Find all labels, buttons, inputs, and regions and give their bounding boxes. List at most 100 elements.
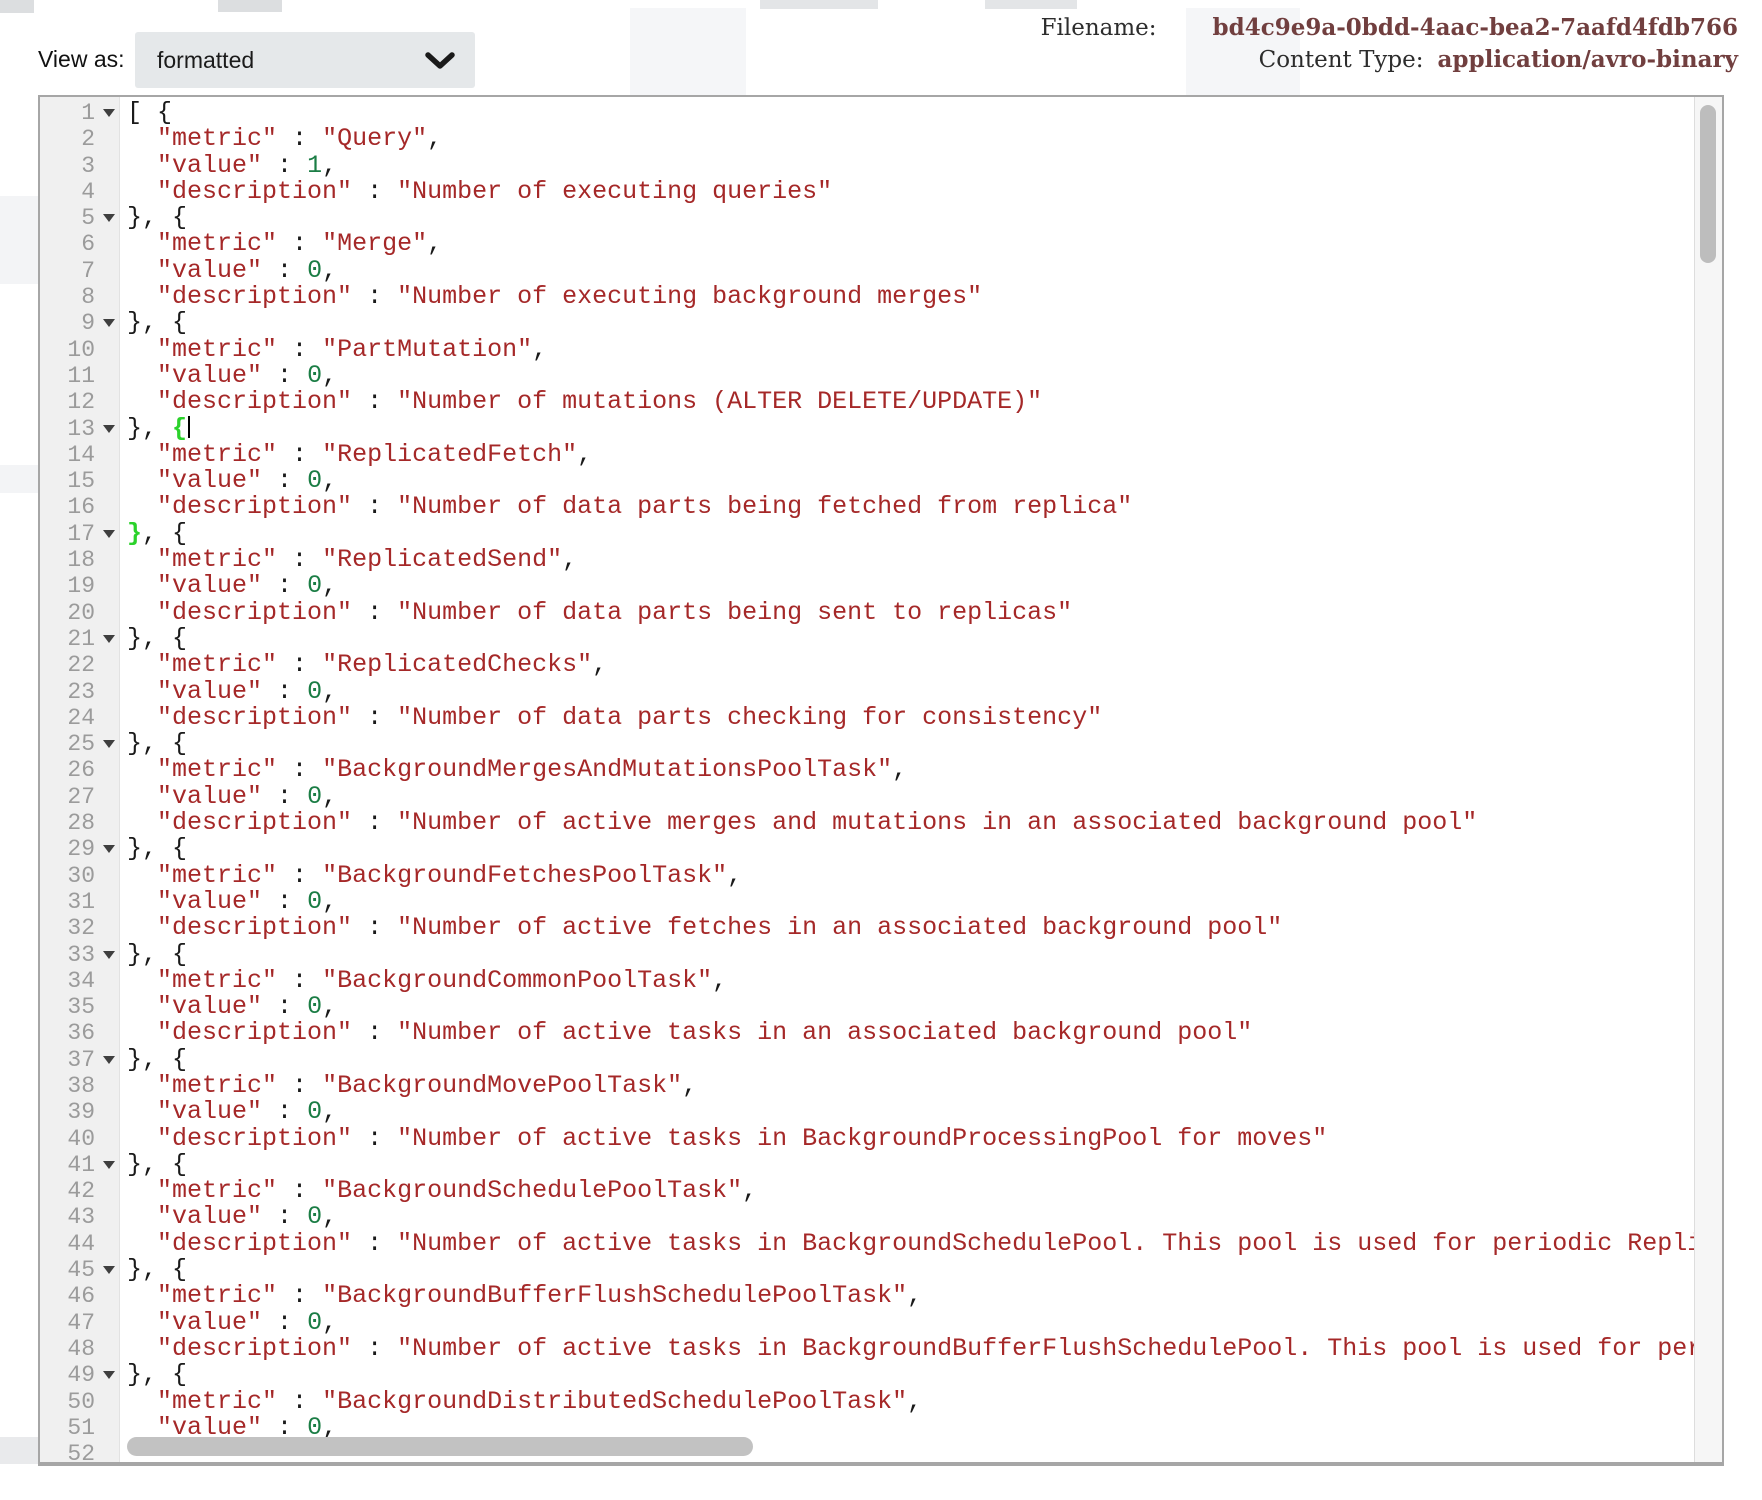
line-number: 23 [67,679,95,705]
code-line: }, { [127,1152,1694,1178]
gutter-line: 12 [40,389,119,415]
code-line: "description" : "Number of executing bac… [127,284,1694,310]
json-code-editor[interactable]: 1234567891011121314151617181920212223242… [38,95,1724,1466]
gutter-line: 19 [40,573,119,599]
gutter-line: 28 [40,810,119,836]
line-number: 18 [67,547,95,573]
gutter-line: 5 [40,205,119,231]
background-artifact [630,8,746,96]
line-number: 26 [67,757,95,783]
code-line: "description" : "Number of active tasks … [127,1336,1694,1362]
gutter-line: 33 [40,942,119,968]
code-content[interactable]: [ { "metric" : "Query", "value" : 1, "de… [121,97,1694,1462]
vertical-scrollbar-track[interactable] [1694,97,1722,1462]
gutter-line: 18 [40,547,119,573]
code-line: "value" : 0, [127,363,1694,389]
line-number: 33 [67,942,95,968]
fold-toggle-icon[interactable] [103,740,115,748]
fold-toggle-icon[interactable] [103,425,115,433]
gutter-line: 43 [40,1204,119,1230]
gutter-line: 29 [40,836,119,862]
view-as-selected-value: formatted [157,47,254,74]
code-line: "metric" : "Query", [127,126,1694,152]
line-number: 24 [67,705,95,731]
gutter-line: 10 [40,337,119,363]
code-line: "description" : "Number of executing que… [127,179,1694,205]
line-number: 5 [81,205,95,231]
gutter-line: 4 [40,179,119,205]
line-number: 6 [81,231,95,257]
fold-toggle-icon[interactable] [103,1161,115,1169]
fold-toggle-icon[interactable] [103,951,115,959]
code-line: }, { [127,205,1694,231]
gutter-line: 46 [40,1283,119,1309]
code-line: "metric" : "BackgroundSchedulePoolTask", [127,1178,1694,1204]
gutter-line: 17 [40,521,119,547]
code-line: "description" : "Number of active tasks … [127,1231,1694,1257]
line-number: 1 [81,100,95,126]
gutter-line: 37 [40,1047,119,1073]
line-number: 14 [67,442,95,468]
gutter-line: 11 [40,363,119,389]
line-number: 45 [67,1257,95,1283]
background-artifact [0,1437,38,1464]
fold-toggle-icon[interactable] [103,109,115,117]
line-number: 42 [67,1178,95,1204]
code-line: "description" : "Number of data parts be… [127,494,1694,520]
code-line: }, { [127,731,1694,757]
code-line: "description" : "Number of active merges… [127,810,1694,836]
view-as-label: View as: [38,46,125,73]
line-number: 29 [67,836,95,862]
gutter-line: 16 [40,494,119,520]
line-number: 34 [67,968,95,994]
line-number: 11 [67,363,95,389]
horizontal-scrollbar-thumb[interactable] [127,1437,753,1456]
code-line: "value" : 0, [127,468,1694,494]
gutter-line: 3 [40,153,119,179]
gutter-line: 2 [40,126,119,152]
background-artifact [218,0,282,12]
fold-toggle-icon[interactable] [103,1371,115,1379]
fold-toggle-icon[interactable] [103,1056,115,1064]
gutter-line: 48 [40,1336,119,1362]
line-number: 27 [67,784,95,810]
vertical-scrollbar-thumb[interactable] [1700,105,1716,263]
line-number: 15 [67,468,95,494]
code-line: "metric" : "BackgroundMergesAndMutations… [127,757,1694,783]
code-line: "value" : 0, [127,1099,1694,1125]
line-number: 22 [67,652,95,678]
line-number: 48 [67,1336,95,1362]
line-number: 51 [67,1415,95,1441]
code-line: "description" : "Number of mutations (AL… [127,389,1694,415]
fold-toggle-icon[interactable] [103,845,115,853]
gutter-line: 14 [40,442,119,468]
line-number: 38 [67,1073,95,1099]
code-line: "description" : "Number of active tasks … [127,1020,1694,1046]
line-number: 17 [67,521,95,547]
line-number: 25 [67,731,95,757]
view-as-select[interactable]: formatted [135,32,475,88]
code-line: }, { [127,1257,1694,1283]
gutter-line: 50 [40,1389,119,1415]
content-type-label: Content Type: [1259,47,1424,73]
code-line: }, { [127,626,1694,652]
code-line: }, { [127,1362,1694,1388]
fold-toggle-icon[interactable] [103,530,115,538]
gutter-line: 1 [40,100,119,126]
gutter-line: 32 [40,915,119,941]
gutter-line: 47 [40,1310,119,1336]
gutter-line: 49 [40,1362,119,1388]
line-number: 40 [67,1126,95,1152]
fold-toggle-icon[interactable] [103,635,115,643]
filename-value: bd4c9e9a-0bdd-4aac-bea2-7aafd4fdb766 [1213,14,1738,41]
code-line: "value" : 0, [127,679,1694,705]
fold-toggle-icon[interactable] [103,1266,115,1274]
gutter-line: 35 [40,994,119,1020]
fold-toggle-icon[interactable] [103,319,115,327]
fold-toggle-icon[interactable] [103,214,115,222]
line-number: 36 [67,1020,95,1046]
line-number: 13 [67,416,95,442]
gutter-line: 24 [40,705,119,731]
line-number: 35 [67,994,95,1020]
background-artifact [985,0,1077,9]
